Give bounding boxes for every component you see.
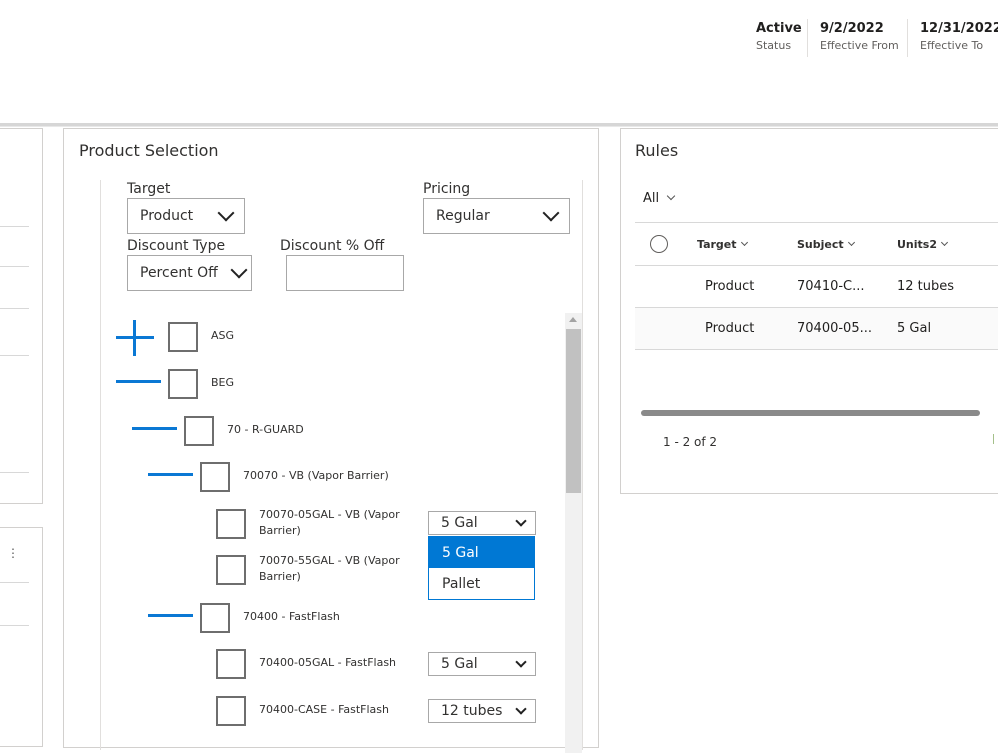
tree-item-label: 70400-05GAL - FastFlash	[259, 656, 397, 669]
column-header-target[interactable]: Target	[697, 238, 748, 251]
unit-value: 5 Gal	[441, 515, 478, 531]
panel-title: Product Selection	[79, 141, 219, 160]
status-value: Active	[756, 21, 802, 36]
tree-checkbox[interactable]	[184, 416, 214, 446]
collapse-icon[interactable]	[148, 473, 193, 476]
tree-item-label: 70400-CASE - FastFlash	[259, 703, 389, 716]
dropdown-option[interactable]: Pallet	[429, 568, 534, 599]
tree-item-label: 70400 - FastFlash	[243, 610, 340, 623]
tree-item-label: 70 - R-GUARD	[227, 423, 304, 436]
cell-subject: 70400-05...	[797, 321, 872, 336]
tree-checkbox[interactable]	[216, 649, 246, 679]
effective-to-value: 12/31/2022	[920, 21, 998, 36]
collapse-icon[interactable]	[116, 380, 161, 383]
tree-checkbox[interactable]	[216, 509, 246, 539]
tree-checkbox[interactable]	[200, 603, 230, 633]
unit-select[interactable]: 12 tubes	[428, 699, 536, 723]
discount-type-label: Discount Type	[127, 238, 226, 254]
column-header-units2[interactable]: Units2	[897, 238, 949, 251]
pricing-value: Regular	[436, 208, 490, 224]
scroll-up-icon[interactable]	[569, 317, 577, 322]
chevron-down-icon	[666, 191, 676, 201]
chevron-down-icon	[515, 515, 527, 527]
horizontal-scrollbar[interactable]	[641, 410, 980, 416]
header-divider	[0, 123, 998, 127]
chevron-down-icon	[940, 238, 949, 247]
chevron-down-icon	[515, 656, 527, 668]
pricing-select[interactable]: Regular	[423, 198, 570, 234]
tree-checkbox[interactable]	[168, 322, 198, 352]
cell-units: 5 Gal	[897, 321, 932, 336]
left-panel	[0, 128, 43, 504]
tree-checkbox[interactable]	[200, 462, 230, 492]
effective-from-value: 9/2/2022	[820, 21, 884, 36]
unit-dropdown-list: 5 Gal Pallet	[428, 536, 535, 600]
tree-checkbox[interactable]	[216, 696, 246, 726]
select-all-radio[interactable]	[650, 235, 668, 253]
panel-title: Rules	[635, 141, 679, 160]
pricing-label: Pricing	[423, 181, 471, 197]
expand-icon[interactable]	[116, 320, 156, 356]
divider	[907, 19, 908, 57]
dropdown-option-selected[interactable]: 5 Gal	[429, 537, 534, 568]
first-page-icon[interactable]	[993, 434, 994, 444]
view-selector[interactable]: All	[643, 191, 676, 206]
tree-item-label: 70070-05GAL - VB (Vapor Barrier)	[259, 508, 400, 537]
cell-target: Product	[705, 279, 755, 294]
tree-checkbox[interactable]	[168, 369, 198, 399]
status-label: Status	[756, 39, 792, 52]
cell-subject: 70410-C...	[797, 279, 865, 294]
chevron-down-icon	[542, 204, 560, 222]
rules-panel: Rules All Target Subject Units2 Product …	[620, 128, 998, 494]
effective-from-label: Effective From	[820, 39, 899, 52]
scrollbar-thumb[interactable]	[566, 329, 581, 493]
chevron-down-icon	[740, 238, 748, 247]
target-select[interactable]: Product	[127, 198, 245, 234]
chevron-down-icon	[847, 238, 855, 247]
table-row[interactable]: Product 70400-05... 5 Gal	[635, 308, 998, 349]
collapse-icon[interactable]	[132, 427, 177, 430]
unit-select[interactable]: 5 Gal	[428, 652, 536, 676]
column-header-subject[interactable]: Subject	[797, 238, 855, 251]
chevron-down-icon	[230, 261, 248, 279]
tree-checkbox[interactable]	[216, 555, 246, 585]
tree-item-label: 70070 - VB (Vapor Barrier)	[243, 469, 389, 482]
unit-value: 12 tubes	[441, 703, 503, 719]
table-row[interactable]: Product 70410-C... 12 tubes	[635, 266, 998, 308]
tree-item-label: BEG	[211, 376, 235, 389]
collapse-icon[interactable]	[148, 614, 193, 617]
effective-from-field: 9/2/2022 Effective From	[820, 21, 899, 52]
discount-pct-label: Discount % Off	[280, 238, 385, 254]
effective-to-label: Effective To	[920, 39, 984, 52]
target-label: Target	[127, 181, 171, 197]
unit-select[interactable]: 5 Gal	[428, 511, 536, 535]
paging-info: 1 - 2 of 2	[663, 435, 718, 449]
discount-type-value: Percent Off	[140, 265, 218, 281]
left-panel-lower: ⋮	[0, 527, 43, 747]
target-value: Product	[140, 208, 194, 224]
chevron-down-icon	[217, 204, 235, 222]
discount-pct-input[interactable]	[286, 255, 404, 291]
cell-units: 12 tubes	[897, 279, 955, 294]
cell-target: Product	[705, 321, 755, 336]
discount-type-select[interactable]: Percent Off	[127, 255, 252, 291]
tree-item-label: ASG	[211, 329, 235, 342]
unit-value: 5 Gal	[441, 656, 478, 672]
status-field: Active Status	[756, 21, 802, 52]
view-label: All	[643, 191, 660, 206]
tree-item-label: 70070-55GAL - VB (Vapor Barrier)	[259, 554, 400, 583]
more-icon[interactable]: ⋮	[7, 547, 19, 559]
effective-to-field: 12/31/2022 Effective To	[920, 21, 998, 52]
product-selection-panel: Product Selection Target Product Pricing…	[63, 128, 599, 753]
divider	[807, 19, 808, 57]
tree-scrollbar[interactable]	[565, 313, 582, 753]
chevron-down-icon	[515, 703, 527, 715]
